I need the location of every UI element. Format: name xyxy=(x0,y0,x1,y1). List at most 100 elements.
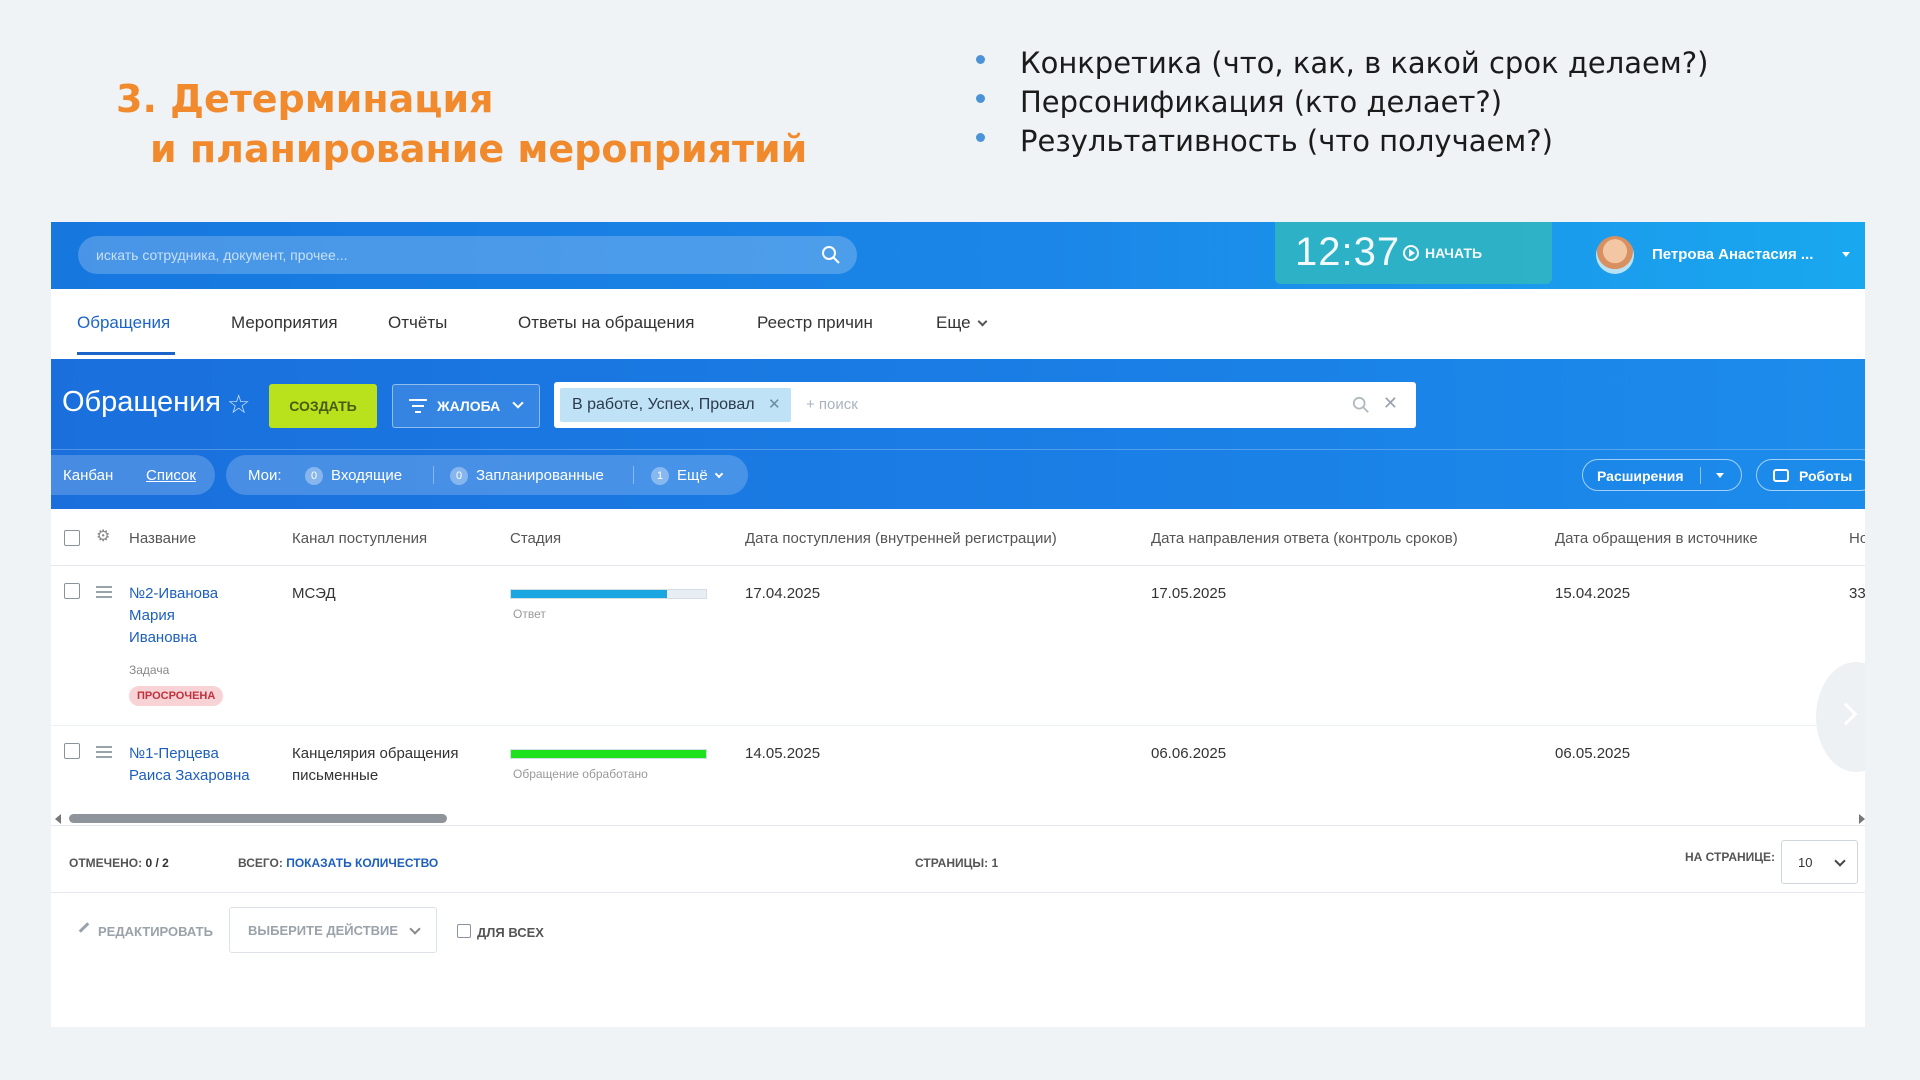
caret-down-icon[interactable] xyxy=(1716,473,1724,478)
chevron-down-icon xyxy=(512,397,524,409)
table-footer: ОТМЕЧЕНО: 0 / 2 ВСЕГО: ПОКАЗАТЬ КОЛИЧЕСТ… xyxy=(51,825,1865,893)
row-checkbox[interactable] xyxy=(64,743,80,759)
search-icon[interactable] xyxy=(1352,396,1370,414)
marked-counter: ОТМЕЧЕНО: 0 / 2 xyxy=(69,856,169,870)
global-search-input[interactable]: искать сотрудника, документ, прочее... xyxy=(78,236,857,274)
group-actions-bar: РЕДАКТИРОВАТЬ ВЫБЕРИТЕ ДЕЙСТВИЕ ДЛЯ ВСЕХ xyxy=(51,893,1865,973)
caret-down-icon[interactable] xyxy=(1842,252,1850,257)
active-tab-indicator xyxy=(77,352,175,355)
bullet-dot-icon xyxy=(976,94,985,103)
status-badge: ПРОСРОЧЕНА xyxy=(129,686,224,706)
row-title-link[interactable]: №2-Иванова Мария Ивановна xyxy=(129,583,218,649)
pages-counter: СТРАНИЦЫ: 1 xyxy=(915,856,999,870)
select-all-checkbox[interactable] xyxy=(64,530,80,546)
filter-chip[interactable]: В работе, Успех, Провал ✕ xyxy=(560,388,791,422)
slide-title-line1: 3. Детерминация xyxy=(116,77,494,121)
column-header[interactable]: Дата поступления (внутренней регистрации… xyxy=(745,530,1057,547)
tab-more[interactable]: Еще xyxy=(936,313,988,333)
date-in-cell: 14.05.2025 xyxy=(745,745,821,762)
chevron-down-icon xyxy=(714,469,724,479)
create-button[interactable]: СОЗДАТЬ xyxy=(269,384,377,428)
bullet-item: Конкретика (что, как, в какой срок делае… xyxy=(972,44,1708,83)
scroll-right-arrow-icon[interactable] xyxy=(1859,814,1865,824)
gear-icon[interactable]: ⚙ xyxy=(96,529,112,545)
scrollbar-thumb[interactable] xyxy=(69,814,447,823)
row-title-link[interactable]: №1-Перцева Раиса Захаровна xyxy=(129,743,250,787)
action-select[interactable]: ВЫБЕРИТЕ ДЕЙСТВИЕ xyxy=(229,907,437,953)
divider xyxy=(51,565,1865,566)
column-header[interactable]: Стадия xyxy=(510,530,561,547)
column-header[interactable]: Канал поступления xyxy=(292,530,427,547)
column-header[interactable]: Дата обращения в источнике xyxy=(1555,530,1758,547)
divider xyxy=(51,449,1865,450)
user-name[interactable]: Петрова Анастасия ... xyxy=(1652,246,1813,263)
filter-icon xyxy=(409,399,427,413)
horizontal-scrollbar[interactable] xyxy=(51,811,1865,824)
chip-remove-icon[interactable]: ✕ xyxy=(768,388,781,422)
chevron-down-icon xyxy=(409,923,421,935)
for-all-checkbox[interactable] xyxy=(457,924,471,938)
start-workday-button[interactable]: НАЧАТЬ xyxy=(1403,245,1482,261)
stage-progress-bar[interactable] xyxy=(510,749,707,759)
view-list[interactable]: Список xyxy=(146,467,196,484)
for-all-label: ДЛЯ ВСЕХ xyxy=(477,925,544,940)
counter-incoming[interactable]: Входящие xyxy=(331,467,402,484)
avatar[interactable] xyxy=(1596,236,1634,274)
search-icon[interactable] xyxy=(821,245,841,265)
clear-icon[interactable]: ✕ xyxy=(1383,393,1398,414)
counter-badge: 0 xyxy=(305,467,323,485)
star-icon[interactable]: ☆ xyxy=(227,389,250,420)
per-page-label: НА СТРАНИЦЕ: xyxy=(1685,850,1776,864)
chevron-down-icon xyxy=(1834,855,1846,867)
robots-button[interactable]: Роботы xyxy=(1756,459,1865,491)
counter-more[interactable]: Ещё xyxy=(677,467,724,484)
slide-title-line2: и планирование мероприятий xyxy=(150,127,808,171)
counter-badge: 0 xyxy=(450,467,468,485)
play-icon xyxy=(1403,245,1419,261)
filter-preset-button[interactable]: ЖАЛОБА xyxy=(392,384,540,428)
drag-handle-icon[interactable] xyxy=(96,746,112,758)
number-cell: 33 xyxy=(1849,585,1865,602)
counter-planned[interactable]: Запланированные xyxy=(476,467,604,484)
total-counter: ВСЕГО: ПОКАЗАТЬ КОЛИЧЕСТВО xyxy=(238,856,439,870)
divider xyxy=(433,466,434,484)
stage-label: Ответ xyxy=(513,607,546,621)
chevron-down-icon xyxy=(977,316,988,327)
stage-progress-bar[interactable] xyxy=(510,589,707,599)
stage-progress-fill xyxy=(511,590,667,598)
column-header[interactable]: Дата направления ответа (контроль сроков… xyxy=(1151,530,1458,547)
column-header[interactable]: Название xyxy=(129,530,196,547)
chevron-right-icon xyxy=(1834,702,1858,726)
filter-search-input[interactable]: В работе, Успех, Провал ✕ + поиск ✕ xyxy=(554,382,1416,428)
scroll-left-arrow-icon[interactable] xyxy=(55,814,61,824)
date-source-cell: 15.04.2025 xyxy=(1555,585,1631,602)
view-kanban[interactable]: Канбан xyxy=(63,467,113,484)
extensions-button[interactable]: Расширения xyxy=(1582,459,1742,491)
filter-placeholder: + поиск xyxy=(806,396,858,413)
bullet-dot-icon xyxy=(976,55,985,64)
tab-reports[interactable]: Отчёты xyxy=(388,313,447,333)
my-counters: Мои: 0 Входящие 0 Запланированные 1 Ещё xyxy=(226,455,748,495)
search-placeholder: искать сотрудника, документ, прочее... xyxy=(96,247,348,263)
row-checkbox[interactable] xyxy=(64,583,80,599)
show-count-link[interactable]: ПОКАЗАТЬ КОЛИЧЕСТВО xyxy=(286,856,438,870)
tab-answers[interactable]: Ответы на обращения xyxy=(518,313,694,333)
drag-handle-icon[interactable] xyxy=(96,586,112,598)
top-header-bar: искать сотрудника, документ, прочее... 1… xyxy=(51,222,1865,289)
bullet-item: Персонификация (кто делает?) xyxy=(972,83,1708,122)
date-in-cell: 17.04.2025 xyxy=(745,585,821,602)
tab-reasons-registry[interactable]: Реестр причин xyxy=(757,313,873,333)
task-label: Задача xyxy=(129,663,170,677)
edit-button[interactable]: РЕДАКТИРОВАТЬ xyxy=(98,924,213,939)
clock-time: 12:37 xyxy=(1295,230,1401,274)
date-source-cell: 06.05.2025 xyxy=(1555,745,1631,762)
slide-title: 3. Детерминация и планирование мероприят… xyxy=(116,74,807,174)
bullet-dot-icon xyxy=(976,133,985,142)
column-header[interactable]: Но xyxy=(1849,530,1865,547)
per-page-select[interactable]: 10 xyxy=(1781,840,1858,884)
time-tracker: 12:37 НАЧАТЬ xyxy=(1275,222,1552,284)
list-toolbar: Обращения ☆ СОЗДАТЬ ЖАЛОБА В работе, Усп… xyxy=(51,359,1865,509)
tab-events[interactable]: Мероприятия xyxy=(231,313,338,333)
channel-cell: Канцелярия обращения письменные xyxy=(292,745,459,784)
tab-appeals[interactable]: Обращения xyxy=(77,313,170,333)
